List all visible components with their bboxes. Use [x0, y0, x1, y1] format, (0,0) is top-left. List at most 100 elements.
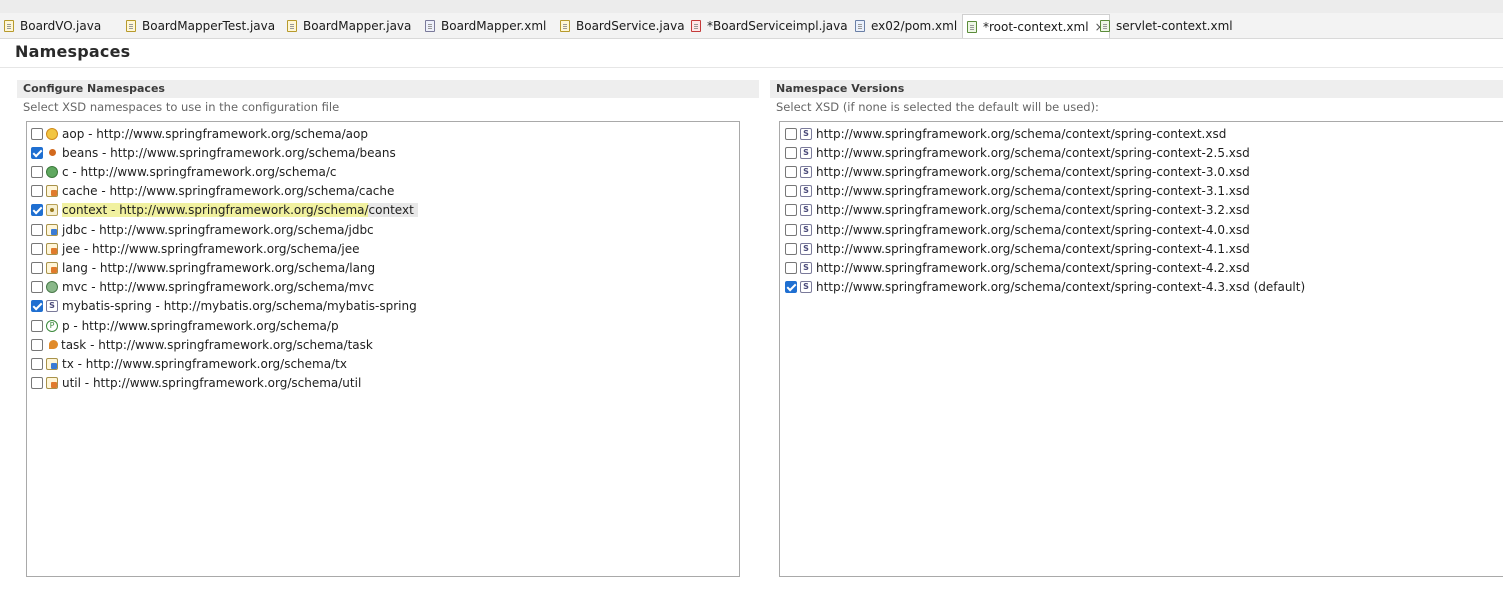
- namespace-checkbox[interactable]: [31, 223, 43, 236]
- editor-tab-label: BoardService.java: [576, 19, 685, 33]
- namespace-checkbox[interactable]: [31, 319, 43, 332]
- namespace-checkbox[interactable]: [31, 165, 43, 178]
- editor-tab[interactable]: *BoardServiceimpl.java: [687, 14, 852, 38]
- schema-file-icon: S: [800, 261, 812, 274]
- cache-namespace-icon: [46, 185, 58, 198]
- namespace-checkbox[interactable]: [31, 338, 43, 351]
- namespace-item[interactable]: c - http://www.springframework.org/schem…: [31, 162, 337, 181]
- namespace-item[interactable]: mvc - http://www.springframework.org/sch…: [31, 278, 374, 297]
- xsd-version-checkbox[interactable]: [785, 242, 797, 255]
- editor-tab[interactable]: ex02/pom.xml: [851, 14, 961, 38]
- editor-tab[interactable]: BoardMapperTest.java: [122, 14, 279, 38]
- java-file-icon: [4, 20, 14, 32]
- namespace-list[interactable]: aop - http://www.springframework.org/sch…: [26, 121, 740, 577]
- namespace-label: jee - http://www.springframework.org/sch…: [62, 241, 360, 256]
- namespace-label: mvc - http://www.springframework.org/sch…: [62, 280, 375, 295]
- xsd-version-item[interactable]: Shttp://www.springframework.org/schema/c…: [785, 239, 1250, 258]
- namespace-item[interactable]: task - http://www.springframework.org/sc…: [31, 335, 373, 354]
- namespace-checkbox[interactable]: [31, 377, 43, 390]
- window-top-strip: [0, 0, 1503, 13]
- xsd-version-checkbox[interactable]: [785, 204, 797, 217]
- namespace-label: util - http://www.springframework.org/sc…: [62, 376, 362, 391]
- xsd-version-item[interactable]: Shttp://www.springframework.org/schema/c…: [785, 258, 1250, 277]
- schema-file-icon: S: [800, 185, 812, 198]
- editor-tab-label: BoardMapperTest.java: [142, 19, 276, 33]
- xsd-version-list[interactable]: Shttp://www.springframework.org/schema/c…: [779, 121, 1503, 577]
- pom-file-icon: [855, 20, 865, 32]
- namespace-checkbox[interactable]: [31, 281, 43, 294]
- namespace-item[interactable]: tx - http://www.springframework.org/sche…: [31, 354, 347, 373]
- namespace-item[interactable]: context - http://www.springframework.org…: [31, 201, 418, 220]
- namespace-label: cache - http://www.springframework.org/s…: [62, 184, 395, 199]
- xsd-version-item[interactable]: Shttp://www.springframework.org/schema/c…: [785, 162, 1250, 181]
- spring-xml-file-icon: [967, 20, 977, 33]
- xsd-version-item[interactable]: Shttp://www.springframework.org/schema/c…: [785, 182, 1250, 201]
- lang-namespace-icon: [46, 261, 58, 274]
- namespace-checkbox[interactable]: [31, 357, 43, 370]
- mvc-namespace-icon: [46, 281, 58, 294]
- xsd-version-checkbox[interactable]: [785, 261, 797, 274]
- namespace-label: jdbc - http://www.springframework.org/sc…: [62, 222, 374, 237]
- xsd-version-checkbox[interactable]: [785, 185, 797, 198]
- xsd-version-checkbox[interactable]: [785, 165, 797, 178]
- xsd-version-label: http://www.springframework.org/schema/co…: [816, 203, 1250, 218]
- namespace-checkbox[interactable]: [31, 146, 43, 159]
- editor-tab[interactable]: servlet-context.xml: [1096, 14, 1237, 38]
- editor-tab-label: ex02/pom.xml: [871, 19, 958, 33]
- xsd-version-item[interactable]: Shttp://www.springframework.org/schema/c…: [785, 278, 1305, 297]
- namespace-checkbox[interactable]: [31, 242, 43, 255]
- namespace-checkbox[interactable]: [31, 204, 43, 217]
- xsd-version-item[interactable]: Shttp://www.springframework.org/schema/c…: [785, 220, 1250, 239]
- namespace-item[interactable]: Pp - http://www.springframework.org/sche…: [31, 316, 339, 335]
- namespace-label: lang - http://www.springframework.org/sc…: [62, 260, 376, 275]
- xsd-version-item[interactable]: Shttp://www.springframework.org/schema/c…: [785, 201, 1250, 220]
- c-namespace-icon: [46, 165, 58, 178]
- configure-namespaces-heading: Configure Namespaces: [17, 80, 759, 98]
- java-file-icon: [126, 20, 136, 32]
- namespace-item[interactable]: cache - http://www.springframework.org/s…: [31, 182, 394, 201]
- java-file-icon: [560, 20, 570, 32]
- title-divider: [0, 67, 1503, 68]
- xsd-version-checkbox[interactable]: [785, 146, 797, 159]
- namespace-label: mybatis-spring - http://mybatis.org/sche…: [62, 299, 417, 314]
- xsd-version-label: http://www.springframework.org/schema/co…: [816, 164, 1250, 179]
- s-namespace-icon: S: [46, 300, 58, 313]
- util-namespace-icon: [46, 377, 58, 390]
- schema-file-icon: S: [800, 204, 812, 217]
- namespace-checkbox[interactable]: [31, 300, 43, 313]
- namespace-checkbox[interactable]: [31, 261, 43, 274]
- editor-tab[interactable]: BoardMapper.java: [283, 14, 415, 38]
- xsd-version-checkbox[interactable]: [785, 281, 797, 294]
- xsd-version-checkbox[interactable]: [785, 127, 797, 140]
- namespace-versions-heading: Namespace Versions: [770, 80, 1503, 98]
- xsd-version-label: http://www.springframework.org/schema/co…: [816, 241, 1250, 256]
- editor-tab-label: *root-context.xml: [983, 19, 1089, 34]
- xsd-version-item[interactable]: Shttp://www.springframework.org/schema/c…: [785, 143, 1250, 162]
- editor-tab[interactable]: *root-context.xml×: [962, 14, 1110, 38]
- namespace-versions-description: Select XSD (if none is selected the defa…: [776, 100, 1099, 114]
- editor-tab[interactable]: BoardVO.java: [0, 14, 105, 38]
- namespace-item[interactable]: jdbc - http://www.springframework.org/sc…: [31, 220, 374, 239]
- tx-namespace-icon: [46, 357, 58, 370]
- namespace-checkbox[interactable]: [31, 185, 43, 198]
- namespace-item[interactable]: util - http://www.springframework.org/sc…: [31, 374, 361, 393]
- spring-xml-file-icon: [1100, 20, 1110, 32]
- schema-file-icon: S: [800, 281, 812, 294]
- namespace-label: p - http://www.springframework.org/schem…: [62, 318, 339, 333]
- namespace-item[interactable]: Smybatis-spring - http://mybatis.org/sch…: [31, 297, 417, 316]
- namespace-item[interactable]: beans - http://www.springframework.org/s…: [31, 143, 396, 162]
- schema-file-icon: S: [800, 146, 812, 159]
- java-file-icon: [287, 20, 297, 32]
- editor-tab[interactable]: BoardService.java: [556, 14, 689, 38]
- schema-file-icon: S: [800, 165, 812, 178]
- namespace-item[interactable]: jee - http://www.springframework.org/sch…: [31, 239, 360, 258]
- namespace-item[interactable]: aop - http://www.springframework.org/sch…: [31, 124, 368, 143]
- namespace-label: aop - http://www.springframework.org/sch…: [62, 126, 368, 141]
- namespace-checkbox[interactable]: [31, 127, 43, 140]
- xsd-version-label: http://www.springframework.org/schema/co…: [816, 260, 1250, 275]
- namespace-item[interactable]: lang - http://www.springframework.org/sc…: [31, 258, 375, 277]
- xsd-version-item[interactable]: Shttp://www.springframework.org/schema/c…: [785, 124, 1226, 143]
- editor-tab[interactable]: BoardMapper.xml: [421, 14, 550, 38]
- xsd-version-label: http://www.springframework.org/schema/co…: [816, 145, 1250, 160]
- xsd-version-checkbox[interactable]: [785, 223, 797, 236]
